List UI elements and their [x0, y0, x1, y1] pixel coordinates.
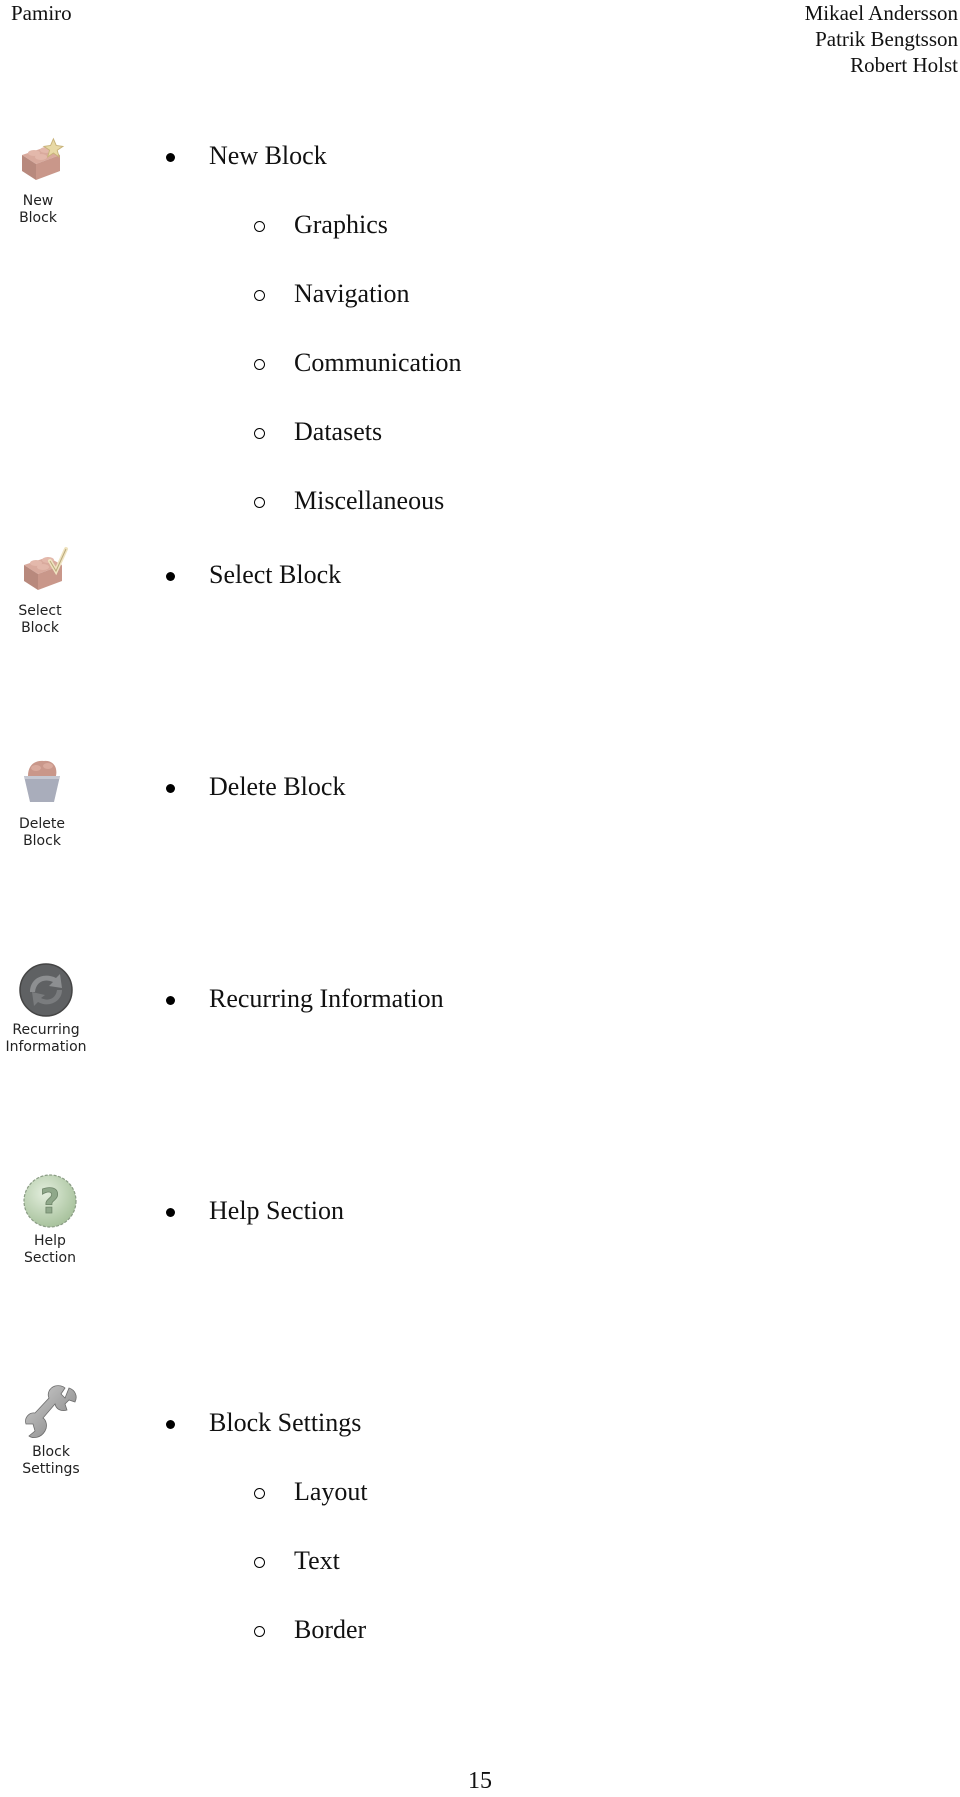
bullet-ring	[254, 1626, 265, 1637]
sub-list-item-label: Graphics	[294, 210, 388, 239]
sub-list-item-label: Miscellaneous	[294, 486, 445, 515]
bullet-dot	[166, 784, 175, 793]
list-item-label: Delete Block	[209, 772, 346, 801]
select-block-toolbar-button: Select Block	[0, 543, 88, 637]
help-section-toolbar-button: ? Help Section	[2, 1173, 98, 1267]
recurring-information-toolbar-button: Recurring Information	[0, 962, 94, 1056]
sub-list-item-label: Text	[294, 1546, 340, 1575]
select-block-icon	[24, 547, 68, 590]
svg-text:?: ?	[40, 1182, 60, 1222]
bullet-ring	[254, 221, 265, 232]
bullet-dot	[166, 572, 175, 581]
document-title: Pamiro	[11, 1, 72, 25]
bullet-ring	[254, 290, 265, 301]
bullet-ring	[254, 1488, 265, 1499]
bullet-ring	[254, 497, 265, 508]
icon-caption: Select Block	[18, 603, 62, 636]
sub-list-item-label: Navigation	[294, 279, 410, 308]
bullet-dot	[166, 1420, 175, 1429]
icon-caption: New Block	[19, 193, 57, 226]
bullet-dot	[166, 1208, 175, 1217]
sub-list-item-label: Communication	[294, 348, 462, 377]
author-name: Mikael Andersson	[804, 1, 958, 25]
delete-block-toolbar-button: Delete Block	[0, 754, 90, 850]
list-item-label: New Block	[209, 141, 327, 170]
new-block-icon	[22, 137, 65, 180]
block-settings-toolbar-button: Block Settings	[3, 1384, 99, 1478]
bullet-ring	[254, 1557, 265, 1568]
list-item-label: Select Block	[209, 560, 342, 589]
author-name: Robert Holst	[850, 53, 958, 77]
new-block-toolbar-button: New Block	[0, 133, 86, 227]
page-number: 15	[468, 1768, 492, 1794]
delete-block-icon	[24, 760, 60, 802]
sub-list-item-label: Datasets	[294, 417, 383, 446]
author-name: Patrik Bengtsson	[815, 27, 958, 51]
bullet-dot	[166, 996, 175, 1005]
bullet-ring	[254, 428, 265, 439]
sub-list-item-label: Border	[294, 1615, 367, 1644]
icon-caption: Delete Block	[19, 816, 65, 849]
list-item-label: Help Section	[209, 1196, 345, 1225]
bullet-dot	[166, 153, 175, 162]
icon-caption: Recurring Information	[5, 1022, 87, 1055]
author-list: Mikael Andersson Patrik Bengtsson Robert…	[805, 0, 958, 78]
list-item-label: Block Settings	[209, 1408, 362, 1437]
list-item-label: Recurring Information	[209, 984, 444, 1013]
recurring-information-icon	[19, 963, 73, 1017]
block-settings-icon	[25, 1385, 77, 1438]
help-section-icon: ?	[23, 1174, 77, 1228]
icon-caption: Block Settings	[22, 1444, 80, 1477]
icon-caption: Help Section	[23, 1233, 76, 1266]
bullet-ring	[254, 359, 265, 370]
sub-list-item-label: Layout	[294, 1477, 368, 1506]
